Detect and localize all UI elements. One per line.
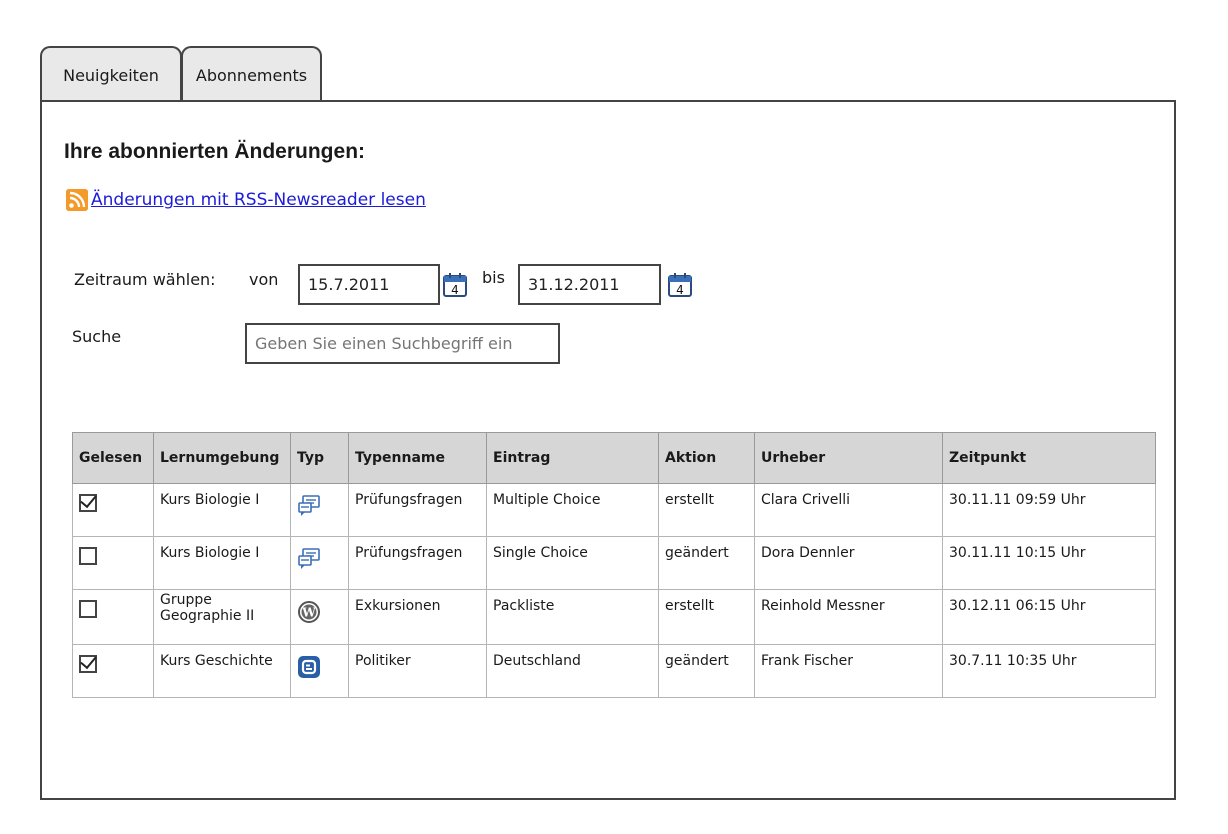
column-header-zeitpunkt[interactable]: Zeitpunkt — [942, 432, 1156, 484]
table-header-row: Gelesen Lernumgebung Typ Typenname Eintr… — [72, 432, 1156, 484]
gelesen-cell — [72, 483, 154, 537]
tab-abonnements-label: Abonnements — [195, 66, 308, 85]
wordpress-icon: W — [297, 600, 321, 624]
zeitpunkt-cell: 30.12.11 06:15 Uhr — [942, 589, 1156, 645]
typ-cell: W — [290, 589, 349, 645]
column-header-gelesen[interactable]: Gelesen — [72, 432, 154, 484]
table-row[interactable]: Kurs Biologie I Prüfungsfragen Single Ch… — [72, 536, 1156, 590]
gelesen-checkbox[interactable] — [79, 547, 97, 565]
tab-neuigkeiten[interactable]: Neuigkeiten — [40, 46, 182, 100]
column-header-aktion[interactable]: Aktion — [658, 432, 755, 484]
zeitpunkt-cell: 30.11.11 09:59 Uhr — [942, 483, 1156, 537]
von-label: von — [249, 270, 279, 289]
tab-neuigkeiten-label: Neuigkeiten — [63, 66, 159, 85]
rss-icon — [66, 189, 88, 211]
bis-date-input[interactable] — [518, 264, 661, 305]
column-header-typ[interactable]: Typ — [290, 432, 349, 484]
subscriptions-table: Gelesen Lernumgebung Typ Typenname Eintr… — [72, 432, 1156, 698]
typenname-cell: Prüfungsfragen — [348, 536, 487, 590]
aktion-cell: erstellt — [658, 483, 755, 537]
column-header-eintrag[interactable]: Eintrag — [486, 432, 659, 484]
typ-cell — [290, 644, 349, 698]
bis-label: bis — [482, 268, 505, 287]
table-row[interactable]: Gruppe Geographie II W Exkursionen Packl… — [72, 589, 1156, 645]
rss-link-text[interactable]: Änderungen mit RSS-Newsreader lesen — [91, 190, 426, 210]
svg-text:W: W — [301, 606, 316, 620]
table-row[interactable]: Kurs Biologie I Prüfungsfragen Multiple … — [72, 483, 1156, 537]
eintrag-cell: Single Choice — [486, 536, 659, 590]
gelesen-checkbox[interactable] — [79, 494, 97, 512]
aktion-cell: geändert — [658, 536, 755, 590]
typenname-cell: Politiker — [348, 644, 487, 698]
von-date-input[interactable] — [298, 264, 440, 305]
typ-cell — [290, 536, 349, 590]
gelesen-cell — [72, 536, 154, 590]
forum-icon — [297, 494, 321, 518]
calendar-day-label: 4 — [676, 283, 684, 297]
aktion-cell: erstellt — [658, 589, 755, 645]
column-header-urheber[interactable]: Urheber — [754, 432, 943, 484]
page-title: Ihre abonnierten Änderungen: — [64, 140, 366, 163]
eintrag-cell: Packliste — [486, 589, 659, 645]
zeitraum-label: Zeitraum wählen: — [74, 270, 216, 289]
forum-icon — [297, 547, 321, 571]
typenname-cell: Exkursionen — [348, 589, 487, 645]
gelesen-checkbox[interactable] — [79, 655, 97, 673]
tab-abonnements[interactable]: Abonnements — [181, 46, 322, 100]
calendar-icon[interactable]: 4 — [668, 273, 692, 297]
blogger-icon — [297, 655, 321, 679]
table-row[interactable]: Kurs Geschichte Politiker Deutschland ge… — [72, 644, 1156, 698]
zeitpunkt-cell: 30.11.11 10:15 Uhr — [942, 536, 1156, 590]
column-header-typenname[interactable]: Typenname — [348, 432, 487, 484]
aktion-cell: geändert — [658, 644, 755, 698]
typ-cell — [290, 483, 349, 537]
column-header-lernumgebung[interactable]: Lernumgebung — [153, 432, 291, 484]
eintrag-cell: Multiple Choice — [486, 483, 659, 537]
search-input[interactable] — [245, 323, 560, 364]
urheber-cell: Reinhold Messner — [754, 589, 943, 645]
gelesen-cell — [72, 644, 154, 698]
zeitpunkt-cell: 30.7.11 10:35 Uhr — [942, 644, 1156, 698]
typenname-cell: Prüfungsfragen — [348, 483, 487, 537]
gelesen-cell — [72, 589, 154, 645]
rss-link[interactable]: Änderungen mit RSS-Newsreader lesen — [66, 189, 426, 211]
lernumgebung-cell: Kurs Geschichte — [153, 644, 291, 698]
urheber-cell: Frank Fischer — [754, 644, 943, 698]
calendar-icon[interactable]: 4 — [443, 273, 467, 297]
gelesen-checkbox[interactable] — [79, 600, 97, 618]
eintrag-cell: Deutschland — [486, 644, 659, 698]
lernumgebung-cell: Gruppe Geographie II — [153, 589, 291, 645]
calendar-day-label: 4 — [451, 283, 459, 297]
suche-label: Suche — [72, 327, 122, 346]
urheber-cell: Dora Dennler — [754, 536, 943, 590]
urheber-cell: Clara Crivelli — [754, 483, 943, 537]
lernumgebung-cell: Kurs Biologie I — [153, 536, 291, 590]
lernumgebung-cell: Kurs Biologie I — [153, 483, 291, 537]
